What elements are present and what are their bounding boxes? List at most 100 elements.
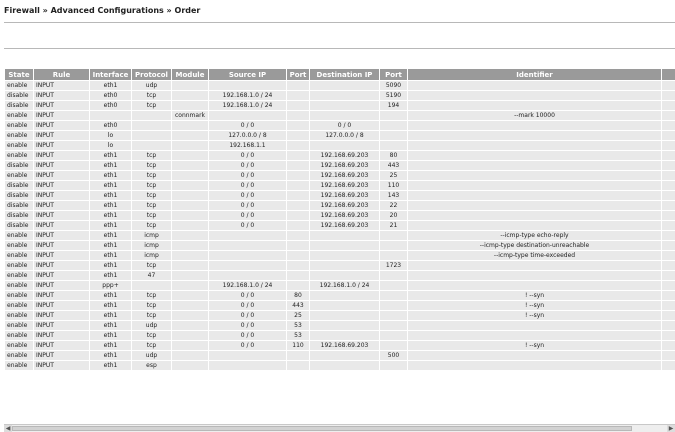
table-row[interactable]: disable INPUT eth1 tcp 0 / 0 192.168.69.203 21… bbox=[5, 221, 675, 230]
cell-state: enable bbox=[5, 131, 33, 140]
cell-rule: INPUT bbox=[34, 241, 89, 250]
cell-protocol: icmp bbox=[132, 251, 171, 260]
cell-destination-ip bbox=[310, 141, 379, 150]
cell-state: enable bbox=[5, 111, 33, 120]
table-row[interactable]: enableINPUT connmark --mark 10000D bbox=[5, 111, 675, 120]
cell-interface: eth1 bbox=[90, 311, 131, 320]
cell-identifier bbox=[408, 181, 661, 190]
table-row[interactable]: enableINPUTeth1tcp 0 / 080 ! --synAC bbox=[5, 291, 675, 300]
table-row[interactable]: enable INPUT eth1 icmp --icmp-type destinati… bbox=[5, 241, 675, 250]
cell-destination-port bbox=[380, 311, 407, 320]
cell-policy: AC bbox=[662, 241, 675, 250]
table-row[interactable]: enableINPUTeth1udp 5090 AC bbox=[5, 81, 675, 90]
cell-module bbox=[172, 171, 208, 180]
cell-identifier bbox=[408, 131, 661, 140]
table-row[interactable]: enableINPUTeth1tcp 0 / 0443 ! --synAC bbox=[5, 301, 675, 310]
cell-module bbox=[172, 91, 208, 100]
table-row[interactable]: enableINPUTlo 127.0.0.0 / 8 127.0.0.0 / 8 A… bbox=[5, 131, 675, 140]
table-row[interactable]: enable INPUT eth1 tcp 0 / 0 110 192.168.69.203… bbox=[5, 341, 675, 350]
table-row[interactable]: enable INPUT ppp+ 192.168.1.0 / 24 192.168.1… bbox=[5, 281, 675, 290]
cell-destination-port bbox=[380, 331, 407, 340]
table-row[interactable]: disable INPUT eth1 tcp 0 / 0 192.168.69.203 22… bbox=[5, 201, 675, 210]
cell-module bbox=[172, 301, 208, 310]
cell-destination-port bbox=[380, 121, 407, 130]
cell-policy: AC bbox=[662, 231, 675, 240]
table-row[interactable]: enableINPUTeth1tcp 0 / 0 192.168.69.20380 A… bbox=[5, 151, 675, 160]
cell-rule: INPUT bbox=[34, 121, 89, 130]
cell-source-port bbox=[287, 361, 309, 370]
cell-protocol bbox=[132, 121, 171, 130]
table-row[interactable]: enableINPUTeth147 AC bbox=[5, 271, 675, 280]
cell-destination-port: 25 bbox=[380, 171, 407, 180]
cell-interface: eth0 bbox=[90, 121, 131, 130]
cell-identifier bbox=[408, 351, 661, 360]
cell-rule: INPUT bbox=[34, 341, 89, 350]
cell-rule: INPUT bbox=[34, 181, 89, 190]
cell-module bbox=[172, 351, 208, 360]
cell-destination-port bbox=[380, 141, 407, 150]
cell-module bbox=[172, 321, 208, 330]
cell-policy: AC bbox=[662, 291, 675, 300]
cell-state: enable bbox=[5, 321, 33, 330]
table-row[interactable]: enableINPUTeth1tcp 0 / 0 192.168.69.20325 A… bbox=[5, 171, 675, 180]
table-row[interactable]: enableINPUTeth1tcp 0 / 053 AC bbox=[5, 331, 675, 340]
table-row[interactable]: enableINPUTeth1esp AC bbox=[5, 361, 675, 370]
cell-interface: lo bbox=[90, 141, 131, 150]
column-header-destination-ip: Destination IP bbox=[310, 69, 379, 80]
table-row[interactable]: disableINPUTeth0tcp 192.168.1.0 / 24 194 D bbox=[5, 101, 675, 110]
cell-source-ip bbox=[209, 261, 286, 270]
cell-source-ip bbox=[209, 81, 286, 90]
cell-rule: INPUT bbox=[34, 211, 89, 220]
table-row[interactable]: disable INPUT eth1 tcp 0 / 0 192.168.69.203 44… bbox=[5, 161, 675, 170]
cell-module bbox=[172, 261, 208, 270]
table-row[interactable]: enableINPUTeth1udp 500 AC bbox=[5, 351, 675, 360]
table-row[interactable]: disable INPUT eth1 tcp 0 / 0 192.168.69.203 20… bbox=[5, 211, 675, 220]
cell-protocol: tcp bbox=[132, 291, 171, 300]
cell-protocol bbox=[132, 111, 171, 120]
table-row[interactable]: enableINPUTeth1tcp 0 / 025 ! --synAC bbox=[5, 311, 675, 320]
cell-interface bbox=[90, 111, 131, 120]
table-row[interactable]: enableINPUTeth1udp 0 / 053 AC bbox=[5, 321, 675, 330]
cell-protocol: tcp bbox=[132, 151, 171, 160]
cell-source-ip: 0 / 0 bbox=[209, 331, 286, 340]
cell-destination-ip: 192.168.69.203 bbox=[310, 211, 379, 220]
cell-policy: AC bbox=[662, 281, 675, 290]
cell-destination-ip bbox=[310, 251, 379, 260]
table-row[interactable]: enable INPUT eth1 icmp --icmp-type time-exce… bbox=[5, 251, 675, 260]
cell-destination-ip: 192.168.69.203 bbox=[310, 191, 379, 200]
table-row[interactable]: disable INPUT eth1 tcp 0 / 0 192.168.69.203 14… bbox=[5, 191, 675, 200]
cell-source-ip bbox=[209, 251, 286, 260]
cell-module bbox=[172, 131, 208, 140]
cell-source-ip bbox=[209, 351, 286, 360]
cell-rule: INPUT bbox=[34, 101, 89, 110]
cell-module bbox=[172, 251, 208, 260]
cell-destination-ip bbox=[310, 291, 379, 300]
cell-interface: eth1 bbox=[90, 201, 131, 210]
table-row[interactable]: enableINPUTeth1tcp 1723 AC bbox=[5, 261, 675, 270]
scrollbar-thumb[interactable] bbox=[12, 426, 632, 431]
cell-destination-ip bbox=[310, 271, 379, 280]
table-row[interactable]: disable INPUT eth1 tcp 0 / 0 192.168.69.203 11… bbox=[5, 181, 675, 190]
cell-protocol: tcp bbox=[132, 101, 171, 110]
cell-destination-port: 143 bbox=[380, 191, 407, 200]
cell-destination-port: 21 bbox=[380, 221, 407, 230]
cell-protocol: tcp bbox=[132, 201, 171, 210]
cell-identifier bbox=[408, 101, 661, 110]
cell-interface: eth1 bbox=[90, 261, 131, 270]
cell-interface: eth0 bbox=[90, 91, 131, 100]
cell-destination-ip bbox=[310, 311, 379, 320]
cell-source-ip: 0 / 0 bbox=[209, 181, 286, 190]
cell-destination-port: 1723 bbox=[380, 261, 407, 270]
cell-rule: INPUT bbox=[34, 261, 89, 270]
cell-source-ip: 0 / 0 bbox=[209, 151, 286, 160]
table-row[interactable]: enableINPUTeth0 0 / 0 0 / 0 AC bbox=[5, 121, 675, 130]
table-row[interactable]: disableINPUTeth0tcp 192.168.1.0 / 24 5190 D bbox=[5, 91, 675, 100]
table-row[interactable]: enableINPUTlo 192.168.1.1 AC bbox=[5, 141, 675, 150]
cell-policy: AC bbox=[662, 361, 675, 370]
cell-rule: INPUT bbox=[34, 301, 89, 310]
cell-state: enable bbox=[5, 231, 33, 240]
cell-identifier bbox=[408, 161, 661, 170]
cell-protocol: udp bbox=[132, 351, 171, 360]
table-row[interactable]: enable INPUT eth1 icmp --icmp-type echo-repl… bbox=[5, 231, 675, 240]
cell-destination-port: 443 bbox=[380, 161, 407, 170]
